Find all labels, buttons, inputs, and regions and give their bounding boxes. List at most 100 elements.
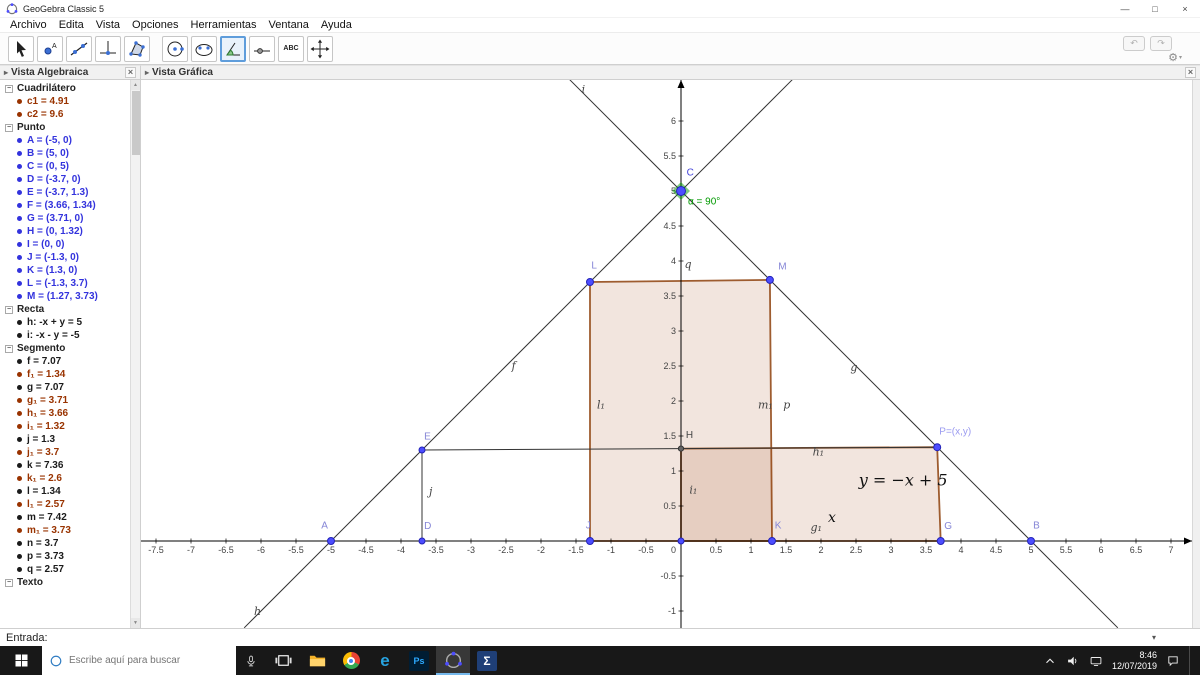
menu-ventana[interactable]: Ventana bbox=[263, 19, 315, 31]
visibility-dot-icon[interactable] bbox=[17, 190, 22, 195]
algebra-item[interactable]: c1 = 4.91 bbox=[0, 95, 130, 108]
point-A[interactable] bbox=[327, 537, 335, 545]
command-input[interactable] bbox=[54, 630, 1145, 645]
menu-edita[interactable]: Edita bbox=[53, 19, 90, 31]
algebra-group-texto[interactable]: − Texto bbox=[0, 576, 130, 589]
collapse-icon[interactable]: − bbox=[5, 344, 13, 353]
network-icon[interactable] bbox=[1089, 654, 1103, 668]
visibility-dot-icon[interactable] bbox=[17, 333, 22, 338]
algebra-item[interactable]: k = 7.36 bbox=[0, 459, 130, 472]
point-H[interactable] bbox=[677, 445, 685, 452]
algebra-item[interactable]: k₁ = 2.6 bbox=[0, 472, 130, 485]
taskbar-sigma-icon[interactable]: Σ bbox=[470, 646, 504, 675]
point-F[interactable] bbox=[933, 443, 942, 452]
minimize-button[interactable]: — bbox=[1110, 0, 1140, 17]
taskbar-chrome-icon[interactable] bbox=[334, 646, 368, 675]
hidden-icons-chevron-icon[interactable] bbox=[1043, 654, 1057, 668]
visibility-dot-icon[interactable] bbox=[17, 463, 22, 468]
visibility-dot-icon[interactable] bbox=[17, 294, 22, 299]
algebra-group-cuadrilátero[interactable]: − Cuadrilátero bbox=[0, 82, 130, 95]
algebra-item[interactable]: F = (3.66, 1.34) bbox=[0, 199, 130, 212]
collapse-icon[interactable]: − bbox=[5, 305, 13, 314]
algebra-item[interactable]: n = 3.7 bbox=[0, 537, 130, 550]
taskbar-task-view-icon[interactable] bbox=[266, 646, 300, 675]
show-desktop-button[interactable] bbox=[1189, 646, 1194, 675]
algebra-group-segmento[interactable]: − Segmento bbox=[0, 342, 130, 355]
taskbar-photoshop-icon[interactable]: Ps bbox=[402, 646, 436, 675]
algebra-item[interactable]: K = (1.3, 0) bbox=[0, 264, 130, 277]
algebra-item[interactable]: E = (-3.7, 1.3) bbox=[0, 186, 130, 199]
panel-menu-arrow-icon[interactable]: ▸ bbox=[145, 68, 149, 77]
settings-gear-icon[interactable]: ⚙ ▾ bbox=[1168, 51, 1182, 64]
visibility-dot-icon[interactable] bbox=[17, 489, 22, 494]
taskbar-file-explorer-icon[interactable] bbox=[300, 646, 334, 675]
undo-icon[interactable]: ↶ bbox=[1123, 36, 1145, 51]
visibility-dot-icon[interactable] bbox=[17, 242, 22, 247]
algebra-item[interactable]: h: -x + y = 5 bbox=[0, 316, 130, 329]
volume-icon[interactable] bbox=[1066, 654, 1080, 668]
menu-archivo[interactable]: Archivo bbox=[4, 19, 53, 31]
algebra-item[interactable]: D = (-3.7, 0) bbox=[0, 173, 130, 186]
point-B[interactable] bbox=[1027, 537, 1035, 545]
algebra-item[interactable]: I = (0, 0) bbox=[0, 238, 130, 251]
visibility-dot-icon[interactable] bbox=[17, 151, 22, 156]
visibility-dot-icon[interactable] bbox=[17, 216, 22, 221]
taskbar-clock[interactable]: 8:46 12/07/2019 bbox=[1112, 650, 1157, 672]
visibility-dot-icon[interactable] bbox=[17, 541, 22, 546]
visibility-dot-icon[interactable] bbox=[17, 138, 22, 143]
visibility-dot-icon[interactable] bbox=[17, 528, 22, 533]
close-graphics-icon[interactable]: × bbox=[1185, 67, 1196, 78]
visibility-dot-icon[interactable] bbox=[17, 281, 22, 286]
algebra-item[interactable]: h₁ = 3.66 bbox=[0, 407, 130, 420]
visibility-dot-icon[interactable] bbox=[17, 99, 22, 104]
menu-ayuda[interactable]: Ayuda bbox=[315, 19, 358, 31]
visibility-dot-icon[interactable] bbox=[17, 385, 22, 390]
algebra-item[interactable]: l₁ = 2.57 bbox=[0, 498, 130, 511]
algebra-item[interactable]: J = (-1.3, 0) bbox=[0, 251, 130, 264]
point-tool-button[interactable]: A bbox=[37, 35, 63, 62]
move-view-tool-button[interactable] bbox=[307, 35, 333, 62]
point-E[interactable] bbox=[418, 446, 426, 454]
algebra-item[interactable]: i₁ = 1.32 bbox=[0, 420, 130, 433]
algebra-item[interactable]: l = 1.34 bbox=[0, 485, 130, 498]
visibility-dot-icon[interactable] bbox=[17, 229, 22, 234]
visibility-dot-icon[interactable] bbox=[17, 424, 22, 429]
algebra-item[interactable]: f = 7.07 bbox=[0, 355, 130, 368]
scrollbar-thumb[interactable] bbox=[132, 91, 140, 155]
close-button[interactable]: × bbox=[1170, 0, 1200, 17]
mic-icon[interactable] bbox=[236, 646, 266, 675]
visibility-dot-icon[interactable] bbox=[17, 515, 22, 520]
visibility-dot-icon[interactable] bbox=[17, 359, 22, 364]
slider-tool-button[interactable] bbox=[249, 35, 275, 62]
algebra-item[interactable]: M = (1.27, 3.73) bbox=[0, 290, 130, 303]
scroll-up-icon[interactable]: ▲ bbox=[131, 80, 140, 90]
visibility-dot-icon[interactable] bbox=[17, 398, 22, 403]
visibility-dot-icon[interactable] bbox=[17, 255, 22, 260]
algebra-item[interactable]: L = (-1.3, 3.7) bbox=[0, 277, 130, 290]
point-J[interactable] bbox=[586, 537, 594, 545]
notification-center-icon[interactable] bbox=[1166, 654, 1180, 668]
menu-vista[interactable]: Vista bbox=[90, 19, 126, 31]
algebra-item[interactable]: G = (3.71, 0) bbox=[0, 212, 130, 225]
visibility-dot-icon[interactable] bbox=[17, 164, 22, 169]
point-I[interactable] bbox=[677, 537, 685, 545]
algebra-item[interactable]: p = 3.73 bbox=[0, 550, 130, 563]
algebra-item[interactable]: c2 = 9.6 bbox=[0, 108, 130, 121]
algebra-item[interactable]: A = (-5, 0) bbox=[0, 134, 130, 147]
algebra-item[interactable]: q = 2.57 bbox=[0, 563, 130, 576]
perpendicular-line-tool-button[interactable] bbox=[95, 35, 121, 62]
menu-opciones[interactable]: Opciones bbox=[126, 19, 184, 31]
circle-tool-button[interactable] bbox=[162, 35, 188, 62]
algebra-item[interactable]: B = (5, 0) bbox=[0, 147, 130, 160]
visibility-dot-icon[interactable] bbox=[17, 554, 22, 559]
point-K[interactable] bbox=[768, 537, 776, 545]
algebra-item[interactable]: C = (0, 5) bbox=[0, 160, 130, 173]
algebra-scrollbar[interactable]: ▲ ▼ bbox=[130, 80, 140, 628]
point-D[interactable] bbox=[418, 537, 426, 545]
visibility-dot-icon[interactable] bbox=[17, 372, 22, 377]
visibility-dot-icon[interactable] bbox=[17, 567, 22, 572]
visibility-dot-icon[interactable] bbox=[17, 320, 22, 325]
algebra-item[interactable]: g = 7.07 bbox=[0, 381, 130, 394]
menu-herramientas[interactable]: Herramientas bbox=[185, 19, 263, 31]
visibility-dot-icon[interactable] bbox=[17, 411, 22, 416]
